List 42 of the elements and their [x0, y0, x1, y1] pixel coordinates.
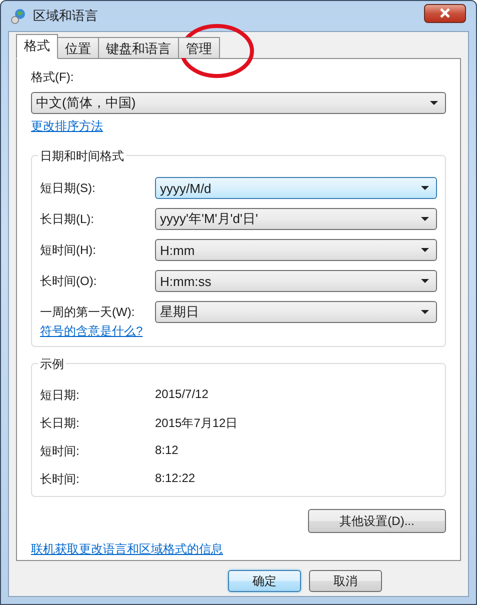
example-value: 2015年7月12日	[155, 415, 238, 432]
field-label: 长日期(L):	[40, 210, 95, 228]
group-title: 日期和时间格式	[38, 148, 126, 165]
format-dropdown[interactable]: yyyy'年'M'月'd'日'	[155, 208, 437, 230]
tab[interactable]: 管理	[178, 37, 220, 58]
close-button[interactable]	[424, 4, 466, 22]
example-label: 长日期:	[40, 415, 80, 432]
dialog-button[interactable]: 取消	[309, 570, 382, 592]
tab[interactable]: 位置	[57, 37, 99, 58]
symbol-meaning-link[interactable]: 符号的含意是什么?	[40, 324, 143, 338]
format-dropdown[interactable]: 中文(简体，中国)	[31, 92, 446, 114]
caret-icon	[421, 310, 429, 314]
online-info-link[interactable]: 联机获取更改语言和区域格式的信息	[31, 541, 223, 558]
caret-icon	[421, 217, 429, 221]
example-value: 8:12:22	[155, 471, 196, 487]
close-icon	[439, 8, 451, 18]
field-label: 格式(F):	[31, 69, 75, 86]
dialog-button[interactable]: 确定	[228, 570, 301, 592]
caret-icon	[430, 101, 438, 105]
tab[interactable]: 格式	[16, 34, 58, 59]
sort-method-link[interactable]: 更改排序方法	[31, 118, 103, 135]
format-dropdown[interactable]: H:mm	[155, 239, 437, 261]
caret-icon	[421, 248, 429, 252]
globe-icon	[11, 8, 27, 24]
example-value: 2015/7/12	[155, 387, 208, 403]
example-label: 短日期:	[40, 387, 80, 404]
example-value: 8:12	[155, 443, 178, 459]
example-label: 长时间:	[40, 471, 80, 488]
format-dropdown[interactable]: yyyy/M/d	[155, 177, 437, 199]
caret-icon	[421, 279, 429, 283]
field-label: 长时间(O):	[40, 272, 98, 290]
example-label: 短时间:	[40, 443, 80, 460]
field-label: 短日期(S):	[40, 180, 96, 196]
caret-icon	[421, 186, 429, 190]
group-title: 示例	[38, 356, 66, 373]
other-settings-button[interactable]: 其他设置(D)...	[308, 509, 446, 533]
window-title: 区域和语言	[33, 7, 99, 25]
format-dropdown[interactable]: H:mm:ss	[155, 270, 437, 292]
field-label: 一周的第一天(W):	[40, 304, 136, 320]
field-label: 短时间(H):	[40, 242, 97, 258]
format-dropdown[interactable]: 星期日	[155, 301, 437, 323]
tab[interactable]: 键盘和语言	[98, 37, 179, 58]
